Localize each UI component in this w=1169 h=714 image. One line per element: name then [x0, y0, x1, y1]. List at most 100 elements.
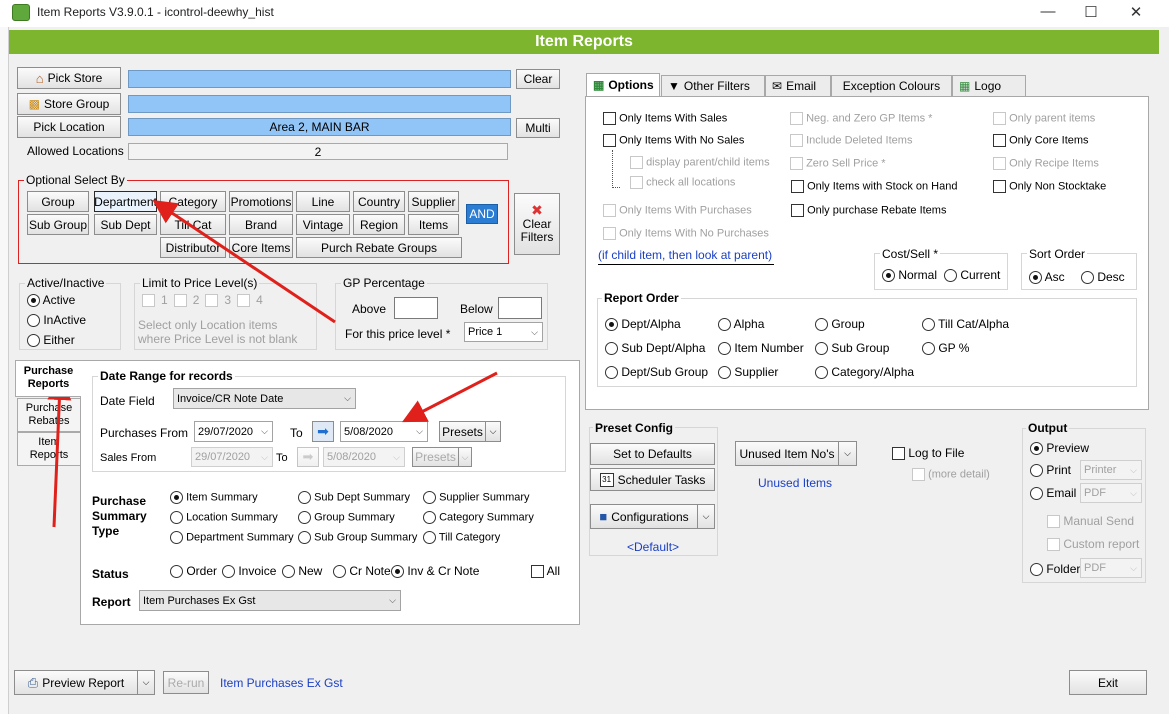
unused-items-link[interactable]: Unused Items — [758, 476, 832, 490]
arrow-right-icon[interactable]: ➡ — [312, 421, 334, 442]
order-dept-alpha-dot[interactable] — [605, 318, 618, 332]
option-only-items-with-no-sales-box[interactable] — [603, 134, 616, 147]
order-item-number-radio[interactable]: Item Number — [718, 341, 804, 356]
summary-sub-group-summary-dot[interactable] — [298, 531, 311, 544]
summary-supplier-summary-dot[interactable] — [423, 491, 436, 504]
summary-group-summary-radio[interactable]: Group Summary — [298, 511, 395, 524]
tab-logo[interactable]: ▦ Logo — [952, 75, 1026, 96]
option-only-core-items-box[interactable] — [993, 134, 1006, 147]
asc-radio[interactable]: Asc — [1029, 270, 1065, 285]
summary-department-summary-radio[interactable]: Department Summary — [170, 531, 294, 544]
status-inv-cr-note-dot[interactable] — [391, 565, 404, 579]
option-only-non-stocktake-checkbox[interactable]: Only Non Stocktake — [993, 180, 1106, 193]
either-radio[interactable]: Either — [27, 333, 75, 348]
more-detail-box[interactable] — [912, 468, 925, 481]
filter-department-button[interactable]: Department — [94, 191, 157, 212]
presets-button[interactable]: Presets — [439, 421, 486, 442]
order-dept-sub-group-dot[interactable] — [605, 366, 618, 380]
filter-sub-dept-button[interactable]: Sub Dept — [94, 214, 157, 235]
option-only-items-with-stock-on-hand-box[interactable] — [791, 180, 804, 193]
custom-report-box[interactable] — [1047, 538, 1060, 552]
current-radio-dot[interactable] — [944, 269, 957, 283]
summary-till-category-dot[interactable] — [423, 531, 436, 544]
preview-radio-dot[interactable] — [1030, 442, 1043, 456]
all-checkbox-box[interactable] — [531, 565, 544, 579]
custom-report-checkbox[interactable]: Custom report — [1047, 537, 1139, 552]
rerun-button[interactable]: Re-run — [163, 671, 209, 694]
sales-from-date[interactable]: 29/07/2020 ⌵ — [191, 447, 273, 467]
and-button[interactable]: AND — [466, 204, 498, 224]
order-category-alpha-dot[interactable] — [815, 366, 828, 380]
order-category-alpha-radio[interactable]: Category/Alpha — [815, 365, 914, 380]
summary-group-summary-dot[interactable] — [298, 511, 311, 524]
configurations-chevron-icon[interactable]: ⌵ — [697, 504, 715, 529]
pick-store-button[interactable]: ⌂ Pick Store — [17, 67, 121, 89]
gp-above-input[interactable] — [394, 297, 438, 319]
level-4-checkbox[interactable] — [237, 293, 251, 307]
status-inv-cr-note-radio[interactable]: Inv & Cr Note — [391, 564, 479, 579]
filter-group-button[interactable]: Group — [27, 191, 89, 212]
filter-distributor-button[interactable]: Distributor — [160, 237, 226, 258]
filter-sub-group-button[interactable]: Sub Group — [27, 214, 89, 235]
default-config-link[interactable]: <Default> — [627, 540, 679, 554]
option-check-all-locations-checkbox[interactable]: check all locations — [630, 176, 735, 189]
status-cr-note-dot[interactable] — [333, 565, 346, 579]
store-group-button[interactable]: ▩ Store Group — [17, 93, 121, 115]
printer-dropdown[interactable]: Printer ⌵ — [1080, 460, 1142, 480]
filter-promotions-button[interactable]: Promotions — [229, 191, 293, 212]
set-defaults-button[interactable]: Set to Defaults — [590, 443, 715, 465]
option-only-recipe-items-box[interactable] — [993, 157, 1006, 170]
unused-chevron-icon[interactable]: ⌵ — [838, 441, 857, 466]
either-radio-dot[interactable] — [27, 334, 40, 348]
status-order-radio[interactable]: Order — [170, 564, 217, 579]
print-radio-dot[interactable] — [1030, 464, 1043, 478]
asc-radio-dot[interactable] — [1029, 271, 1042, 285]
status-order-dot[interactable] — [170, 565, 183, 579]
option-include-deleted-items-box[interactable] — [790, 134, 803, 147]
purchases-to-date[interactable]: 5/08/2020 ⌵ — [340, 421, 428, 442]
level-1-checkbox[interactable] — [142, 293, 155, 307]
option-include-deleted-items-checkbox[interactable]: Include Deleted Items — [790, 134, 912, 147]
manual-send-checkbox[interactable]: Manual Send — [1047, 514, 1134, 529]
level-3-checkbox[interactable] — [205, 293, 219, 307]
gp-level-dropdown[interactable]: Price 1 ⌵ — [464, 322, 543, 342]
summary-sub-group-summary-radio[interactable]: Sub Group Summary — [298, 531, 417, 544]
exit-button[interactable]: Exit — [1069, 670, 1147, 695]
option-only-recipe-items-checkbox[interactable]: Only Recipe Items — [993, 157, 1099, 170]
summary-location-summary-dot[interactable] — [170, 511, 183, 524]
report-dropdown[interactable]: Item Purchases Ex Gst ⌵ — [139, 590, 401, 611]
order-gp-dot[interactable] — [922, 342, 935, 356]
folder-radio[interactable]: Folder — [1030, 562, 1080, 577]
order-dept-sub-group-radio[interactable]: Dept/Sub Group — [605, 365, 708, 380]
inactive-radio-dot[interactable] — [27, 314, 40, 328]
inactive-radio[interactable]: InActive — [27, 313, 86, 328]
preview-radio[interactable]: Preview — [1030, 441, 1089, 456]
manual-send-box[interactable] — [1047, 515, 1060, 529]
option-display-parent-child-items-checkbox[interactable]: display parent/child items — [630, 156, 770, 169]
active-radio[interactable]: Active — [27, 293, 75, 308]
order-sub-group-dot[interactable] — [815, 342, 828, 356]
option-only-parent-items-box[interactable] — [993, 112, 1006, 125]
option-check-all-locations-box[interactable] — [630, 176, 643, 189]
order-till-cat-alpha-dot[interactable] — [922, 318, 935, 332]
order-group-radio[interactable]: Group — [815, 317, 865, 332]
filter-region-button[interactable]: Region — [353, 214, 405, 235]
order-alpha-dot[interactable] — [718, 318, 731, 332]
option-display-parent-child-items-box[interactable] — [630, 156, 643, 169]
location-field[interactable]: Area 2, MAIN BAR — [128, 118, 511, 136]
email-radio-dot[interactable] — [1030, 487, 1043, 501]
summary-location-summary-radio[interactable]: Location Summary — [170, 511, 278, 524]
option-only-items-with-stock-on-hand-checkbox[interactable]: Only Items with Stock on Hand — [791, 180, 957, 193]
desc-radio-dot[interactable] — [1081, 271, 1094, 285]
summary-item-summary-radio[interactable]: Item Summary — [170, 491, 258, 504]
scheduler-tasks-button[interactable]: 31 Scheduler Tasks — [590, 468, 715, 491]
option-only-items-with-sales-checkbox[interactable]: Only Items With Sales — [603, 112, 727, 125]
option-only-items-with-sales-box[interactable] — [603, 112, 616, 125]
order-sub-dept-alpha-dot[interactable] — [605, 342, 618, 356]
option-only-items-with-no-sales-checkbox[interactable]: Only Items With No Sales — [603, 134, 744, 147]
tab-options[interactable]: ▦ Options — [586, 73, 660, 96]
presets-chevron-icon[interactable]: ⌵ — [485, 421, 501, 442]
filter-country-button[interactable]: Country — [353, 191, 405, 212]
level-2-checkbox[interactable] — [173, 293, 187, 307]
tab-purchase-reports[interactable]: Purchase Reports — [15, 360, 81, 397]
